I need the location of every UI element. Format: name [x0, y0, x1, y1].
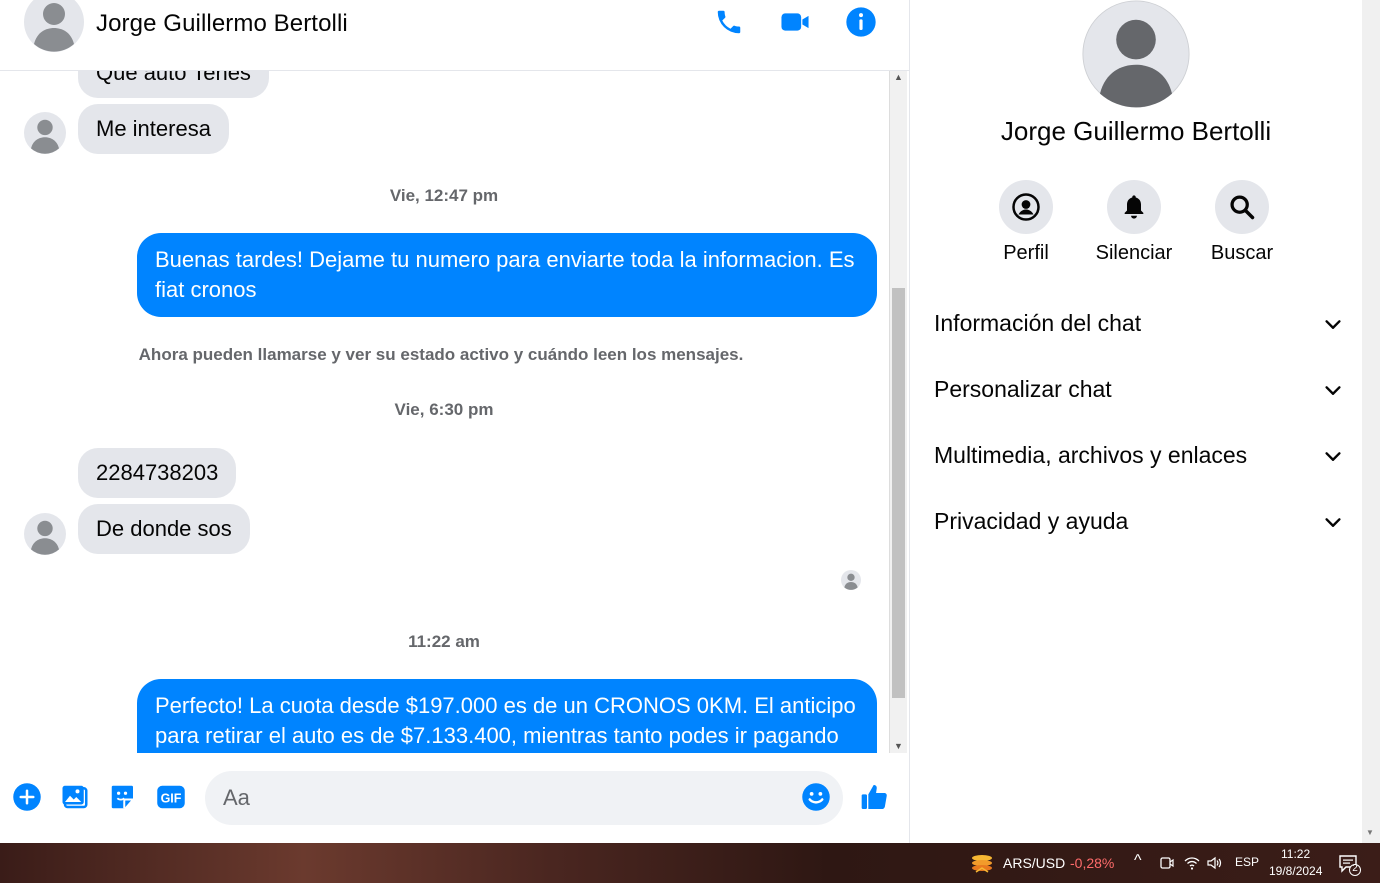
emoji-icon[interactable] — [800, 781, 832, 813]
profile-icon[interactable] — [999, 180, 1053, 234]
search-action[interactable]: Buscar — [1192, 180, 1292, 265]
chat-header: Jorge Guillermo Bertolli — [0, 0, 909, 71]
mute-action[interactable]: Silenciar — [1084, 180, 1184, 265]
chat-scrollbar[interactable]: ▲ ▼ — [889, 70, 907, 753]
clock-time[interactable]: 11:22 — [1281, 847, 1310, 861]
message-list[interactable]: Que auto Tenes Me interesa Vie, 12:47 pm… — [0, 70, 888, 753]
photo-gallery-icon[interactable] — [59, 781, 91, 813]
chevron-down-icon — [1325, 320, 1341, 329]
svg-text:GIF: GIF — [161, 792, 182, 806]
ticker-label[interactable]: ARS/USD — [1003, 855, 1065, 871]
profile-action[interactable]: Perfil — [976, 180, 1076, 265]
chevron-down-icon — [1325, 386, 1341, 395]
seen-avatar-icon — [841, 570, 861, 590]
message-composer: GIF — [0, 753, 909, 843]
volume-icon[interactable] — [1206, 855, 1222, 871]
windows-taskbar: ARS/USD -0,28% ^ ESP 11:22 19/8/2024 2 — [0, 843, 1380, 883]
contact-name[interactable]: Jorge Guillermo Bertolli — [96, 10, 348, 38]
section-chat-info[interactable]: Información del chat — [934, 302, 1344, 346]
ticker-change: -0,28% — [1070, 855, 1115, 871]
input-language[interactable]: ESP — [1235, 855, 1259, 869]
message-outgoing[interactable]: Perfecto! La cuota desde $197.000 es de … — [137, 679, 877, 753]
meet-now-icon[interactable] — [1160, 855, 1174, 871]
phone-call-icon[interactable] — [711, 4, 747, 40]
chevron-down-icon — [1325, 452, 1341, 461]
section-privacy-help[interactable]: Privacidad y ayuda — [934, 500, 1344, 544]
add-plus-icon[interactable] — [11, 781, 43, 813]
profile-action-label: Perfil — [1003, 242, 1049, 264]
timestamp: Vie, 12:47 pm — [389, 186, 499, 205]
sender-avatar[interactable] — [24, 112, 66, 154]
section-label: Información del chat — [934, 310, 1142, 336]
profile-avatar[interactable] — [1082, 0, 1190, 108]
mute-action-label: Silenciar — [1095, 242, 1173, 264]
message-incoming[interactable]: De donde sos — [78, 504, 250, 554]
conversation-details-panel: Jorge Guillermo Bertolli Perfil Silencia… — [910, 0, 1362, 843]
sender-avatar[interactable] — [24, 513, 66, 555]
chevron-up-icon[interactable]: ^ — [1134, 852, 1142, 870]
scroll-down-arrow-icon[interactable]: ▼ — [890, 739, 907, 753]
notification-center-icon[interactable]: 2 — [1338, 853, 1362, 877]
stock-ticker-icon[interactable] — [970, 852, 994, 876]
info-icon[interactable] — [843, 4, 879, 40]
scroll-thumb[interactable] — [892, 288, 905, 698]
message-incoming[interactable]: 2284738203 — [78, 448, 237, 498]
notification-count: 2 — [1352, 863, 1358, 874]
chevron-down-icon — [1325, 518, 1341, 527]
timestamp: Vie, 6:30 pm — [394, 400, 494, 419]
contact-avatar[interactable] — [24, 0, 84, 52]
message-input[interactable] — [205, 771, 843, 825]
chat-panel: Jorge Guillermo Bertolli Que auto Tenes … — [0, 0, 910, 843]
scroll-up-arrow-icon[interactable]: ▲ — [890, 70, 907, 84]
wifi-icon[interactable] — [1184, 855, 1200, 871]
timestamp: 11:22 am — [408, 632, 480, 651]
video-call-icon[interactable] — [777, 4, 813, 40]
thumbs-up-icon[interactable] — [859, 781, 891, 813]
section-label: Multimedia, archivos y enlaces — [934, 442, 1248, 468]
section-label: Privacidad y ayuda — [934, 508, 1129, 534]
section-label: Personalizar chat — [934, 376, 1112, 402]
system-message: Ahora pueden llamarse y ver su estado ac… — [138, 345, 744, 364]
scroll-down-arrow-icon[interactable]: ▼ — [1366, 828, 1374, 837]
section-customize-chat[interactable]: Personalizar chat — [934, 368, 1344, 412]
message-outgoing[interactable]: Buenas tardes! Dejame tu numero para env… — [137, 233, 877, 317]
section-media-files-links[interactable]: Multimedia, archivos y enlaces — [934, 434, 1344, 478]
page-scrollbar[interactable]: ▼ — [1362, 0, 1380, 843]
profile-name: Jorge Guillermo Bertolli — [1000, 116, 1272, 146]
bell-icon[interactable] — [1107, 180, 1161, 234]
message-incoming[interactable]: Que auto Tenes — [78, 70, 269, 98]
clock-date[interactable]: 19/8/2024 — [1269, 864, 1322, 878]
sticker-icon[interactable] — [107, 781, 139, 813]
search-icon[interactable] — [1215, 180, 1269, 234]
message-incoming[interactable]: Me interesa — [78, 104, 229, 154]
search-action-label: Buscar — [1210, 242, 1274, 264]
gif-icon[interactable]: GIF — [155, 781, 187, 813]
